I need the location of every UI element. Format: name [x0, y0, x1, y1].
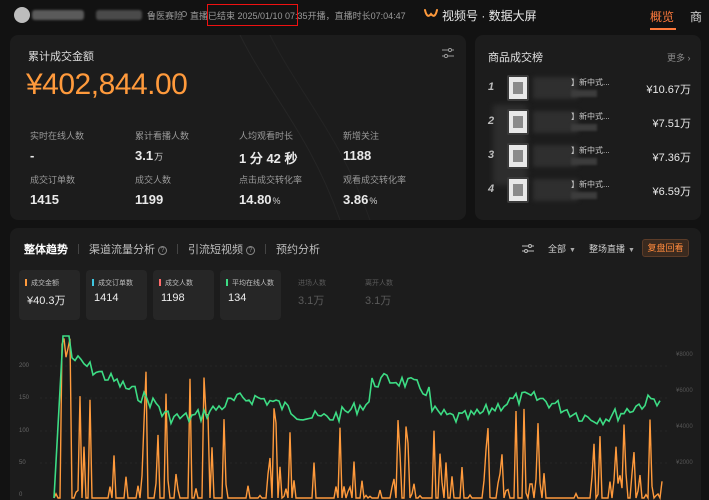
ranking-item[interactable]: 1 】新中式... ¥10.67万 — [475, 73, 701, 103]
metric-value: 1415 — [30, 192, 59, 207]
sales-summary-card: 累计成交金额 ¥402,844.00 实时在线人数 - 累计看播人数 3.1万 … — [10, 35, 466, 220]
total-sales-amount: ¥402,844.00 — [26, 68, 188, 101]
metric-value: 1 分 42 秒 — [239, 151, 298, 166]
metric-value: 1199 — [135, 192, 164, 207]
metric-value: 3.86 — [343, 192, 369, 207]
metric-label: 成交人数 — [135, 175, 172, 185]
metric-orders: 成交订单数 1415 — [30, 173, 75, 207]
chart-gridlines — [40, 365, 670, 464]
top-bar: 鲁医赛险 直播已结束 2025/01/10 07:35开播，直播时长07:04:… — [0, 0, 709, 30]
blurred-subtext — [571, 158, 597, 165]
metric-label: 新增关注 — [343, 131, 380, 141]
metric-label: 人均观看时长 — [239, 131, 294, 141]
blurred-subtext — [571, 124, 597, 131]
metric-label: 点击成交转化率 — [239, 175, 303, 185]
metric-view-conversion: 观看成交转化率 3.86% — [343, 175, 407, 207]
rank-number: 3 — [488, 149, 495, 161]
rank-number: 4 — [488, 183, 495, 195]
product-sales: ¥7.36万 — [652, 152, 691, 164]
metric-label: 观看成交转化率 — [343, 175, 407, 185]
channels-logo-icon — [424, 9, 438, 17]
product-thumbnail — [507, 109, 529, 135]
metric-value: 3.1 — [135, 148, 154, 163]
account-name-blurred — [32, 10, 84, 20]
product-name: 】新中式... — [571, 112, 610, 121]
metric-label: 实时在线人数 — [30, 131, 85, 141]
product-thumbnail — [507, 143, 529, 169]
metric-value: 14.80 — [239, 192, 272, 207]
product-name: 】新中式... — [571, 180, 610, 189]
blurred-subtext — [571, 90, 597, 97]
product-thumbnail — [507, 177, 529, 203]
tab-overview[interactable]: 概览 — [650, 8, 674, 25]
blurred-subtext — [571, 192, 597, 199]
product-sales: ¥6.59万 — [652, 186, 691, 198]
metric-label: 成交订单数 — [30, 175, 76, 185]
ranking-item[interactable]: 3 】新中式... ¥7.36万 — [475, 141, 701, 171]
metric-online-now: 实时在线人数 - — [30, 129, 84, 163]
metric-label: 累计看播人数 — [135, 131, 190, 141]
metric-total-viewers: 累计看播人数 3.1万 — [135, 131, 190, 163]
annotation-red-box — [207, 4, 298, 26]
trend-card: 整体趋势 渠道流量分析? 引流短视频? 预约分析 全部 ▼ 整场直播 ▼ 复盘回看 成交金… — [10, 228, 701, 500]
metric-buyers: 成交人数 1199 — [135, 173, 171, 207]
product-name: 】新中式... — [571, 78, 610, 87]
gmv-series-line — [53, 338, 663, 500]
product-sales: ¥10.67万 — [646, 84, 691, 96]
sales-title: 累计成交金额 — [28, 51, 94, 63]
tab-products[interactable]: 商 — [690, 8, 702, 25]
live-status-icon — [181, 11, 187, 17]
product-thumbnail — [507, 75, 529, 101]
account-suffix: 鲁医赛险 — [147, 11, 184, 21]
account-id-blurred — [96, 10, 142, 20]
product-name: 】新中式... — [571, 146, 610, 155]
settings-sliders-icon[interactable] — [442, 48, 454, 58]
rank-number: 1 — [488, 81, 495, 93]
ranking-more-link[interactable]: 更多 › — [667, 51, 691, 64]
rank-number: 2 — [488, 115, 495, 127]
ranking-title: 商品成交榜 — [488, 52, 543, 64]
active-tab-indicator — [650, 28, 676, 30]
brand-title: 视频号 · 数据大屏 — [442, 9, 537, 23]
trend-chart — [40, 335, 670, 500]
ranking-item[interactable]: 4 】新中式... ¥6.59万 — [475, 175, 701, 205]
metric-value: - — [30, 148, 35, 163]
metric-value: 1188 — [343, 148, 372, 163]
product-sales: ¥7.51万 — [652, 118, 691, 130]
ranking-item[interactable]: 2 】新中式... ¥7.51万 — [475, 107, 701, 137]
metric-avg-watch-time: 人均观看时长 1 分 42 秒 — [239, 129, 299, 167]
avatar[interactable] — [14, 7, 30, 23]
metric-click-conversion: 点击成交转化率 14.80% — [239, 175, 303, 207]
metric-new-followers: 新增关注 1188 — [343, 129, 379, 163]
product-ranking-card: 商品成交榜 更多 › 1 】新中式... ¥10.67万 2 】新中式... ¥… — [475, 35, 701, 220]
